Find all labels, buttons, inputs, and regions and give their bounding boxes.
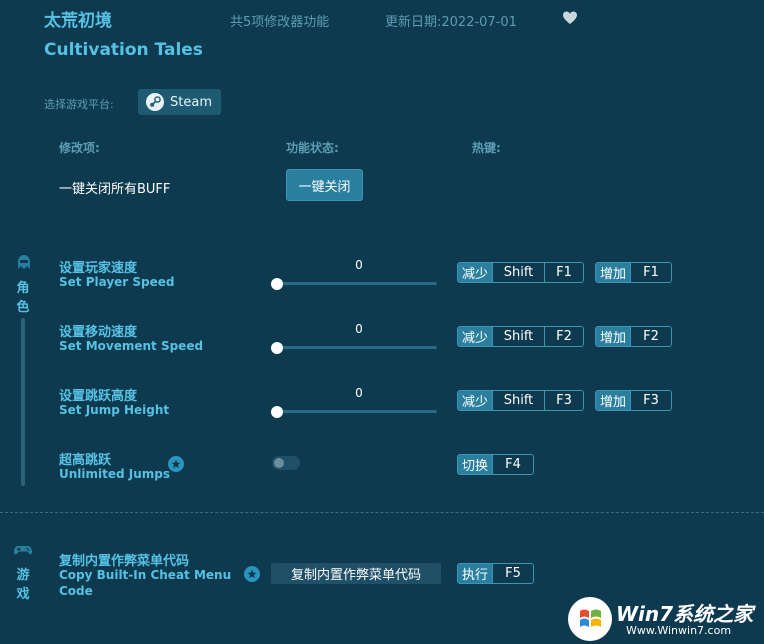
column-item: 修改项:	[59, 141, 100, 155]
slider-value: 0	[355, 258, 363, 272]
watermark-url: Www.Winwin7.com	[626, 624, 732, 637]
buff-label: 一键关闭所有BUFF	[59, 182, 171, 197]
cheat-name-cn: 超高跳跃	[59, 453, 112, 468]
steam-label: Steam	[170, 94, 212, 110]
steam-icon	[146, 93, 164, 111]
cheat-name-cn: 设置移动速度	[59, 325, 138, 340]
slider-value: 0	[355, 386, 363, 400]
hotkey-increase[interactable]: 增加 F1	[595, 262, 672, 283]
slider-value: 0	[355, 322, 363, 336]
cheat-name-cn: 设置玩家速度	[59, 261, 138, 276]
platform-label: 选择游戏平台:	[44, 98, 114, 111]
cheat-name-cn: 复制内置作弊菜单代码	[59, 554, 190, 569]
hotkey-increase[interactable]: 增加 F2	[595, 326, 672, 347]
hotkey-decrease[interactable]: 减少 Shift F1	[457, 262, 584, 283]
game-title-cn: 太荒初境	[44, 11, 112, 31]
favorite-heart-icon[interactable]	[562, 10, 578, 26]
watermark-brand: Win7系统之家	[616, 602, 754, 626]
copy-cheat-code-button[interactable]: 复制内置作弊菜单代码	[271, 563, 441, 584]
steam-platform-button[interactable]: Steam	[138, 89, 221, 115]
section-divider	[0, 512, 764, 513]
cheat-name-en: Set Jump Height	[59, 403, 170, 417]
cheat-name-en: Set Movement Speed	[59, 339, 204, 353]
slider-thumb[interactable]	[271, 342, 283, 354]
cheat-name-en: Set Player Speed	[59, 275, 175, 289]
toggle-knob	[274, 458, 284, 468]
cheat-name-en: Unlimited Jumps	[59, 467, 171, 481]
unlimited-jumps-toggle[interactable]	[272, 456, 300, 470]
player-speed-slider[interactable]	[273, 282, 437, 285]
star-icon	[168, 456, 184, 472]
feature-count: 共5项修改器功能	[230, 15, 330, 30]
jump-height-slider[interactable]	[273, 410, 437, 413]
hotkey-toggle[interactable]: 切换 F4	[457, 454, 534, 475]
cheat-name-en-line2: Code	[59, 584, 93, 598]
hotkey-increase[interactable]: 增加 F3	[595, 390, 672, 411]
category-role: 角 色	[16, 281, 30, 315]
hotkey-decrease[interactable]: 减少 Shift F3	[457, 390, 584, 411]
game-title-en: Cultivation Tales	[44, 40, 203, 60]
column-hotkey: 热键:	[472, 141, 501, 155]
cheat-name-cn: 设置跳跃高度	[59, 389, 138, 404]
hotkey-decrease[interactable]: 减少 Shift F2	[457, 326, 584, 347]
update-date: 更新日期:2022-07-01	[385, 15, 517, 30]
gamepad-icon	[14, 546, 32, 555]
close-all-buff-button[interactable]: 一键关闭	[286, 169, 363, 201]
slider-thumb[interactable]	[271, 406, 283, 418]
column-status: 功能状态:	[286, 141, 339, 155]
cheat-name-en: Copy Built-In Cheat Menu	[59, 568, 232, 582]
star-icon	[244, 566, 260, 582]
character-icon	[18, 255, 30, 269]
movement-speed-slider[interactable]	[273, 346, 437, 349]
slider-thumb[interactable]	[271, 278, 283, 290]
hotkey-execute[interactable]: 执行 F5	[457, 563, 534, 584]
category-scrollbar[interactable]	[21, 318, 25, 486]
category-game: 游 戏	[16, 568, 30, 602]
